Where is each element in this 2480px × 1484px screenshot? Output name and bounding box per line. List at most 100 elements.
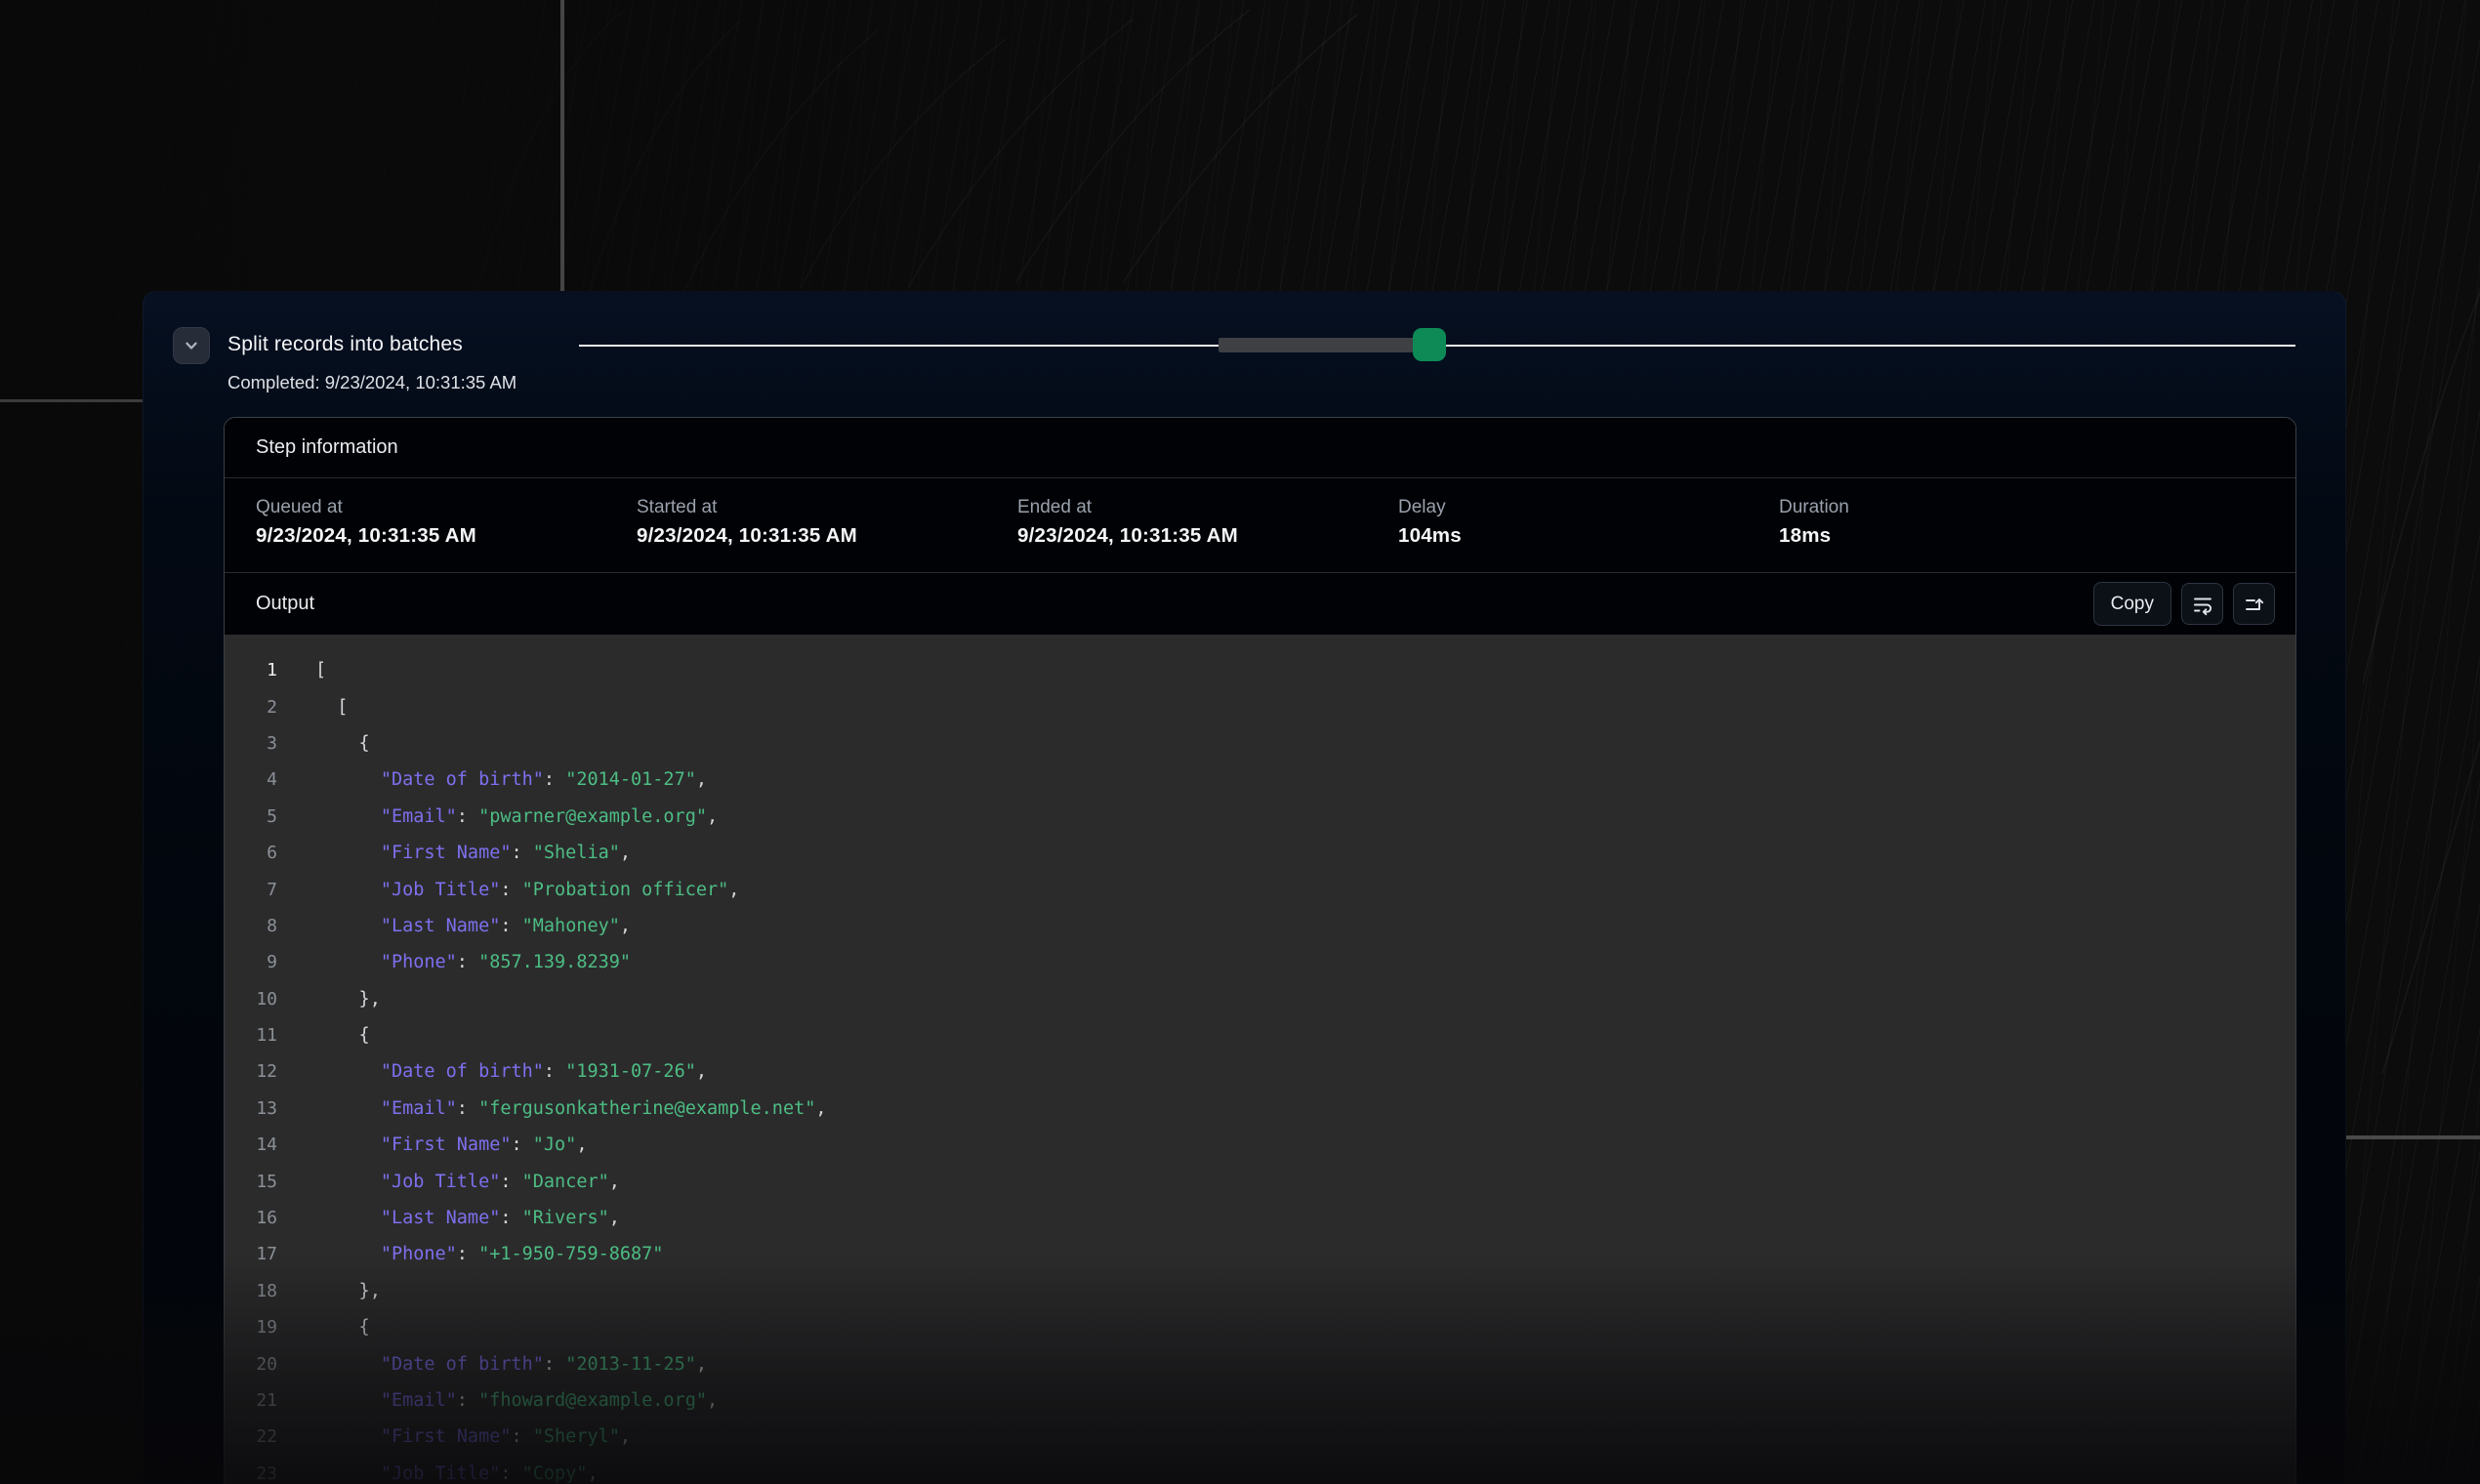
line-number: 9	[225, 952, 277, 972]
line-number: 11	[225, 1025, 277, 1046]
line-number: 17	[225, 1244, 277, 1264]
code-content: "Job Title": "Copy",	[315, 1463, 599, 1484]
line-number: 14	[225, 1134, 277, 1155]
line-number: 2	[225, 697, 277, 718]
code-line: 1[	[225, 652, 2295, 688]
scroll-to-top-button[interactable]	[2233, 583, 2275, 625]
code-line: 17 "Phone": "+1-950-759-8687"	[225, 1236, 2295, 1272]
field-value: 9/23/2024, 10:31:35 AM	[1017, 524, 1238, 548]
collapse-step-button[interactable]	[173, 327, 210, 364]
line-number: 6	[225, 843, 277, 863]
code-content: "First Name": "Sheryl",	[315, 1426, 631, 1447]
code-content: "Last Name": "Rivers",	[315, 1208, 620, 1228]
code-content: "Email": "fergusonkatherine@example.net"…	[315, 1098, 827, 1119]
output-title: Output	[256, 593, 2084, 615]
line-number: 15	[225, 1172, 277, 1192]
code-line: 23 "Job Title": "Copy",	[225, 1456, 2295, 1484]
metadata-field-started-at: Started at 9/23/2024, 10:31:35 AM	[637, 497, 857, 548]
field-value: 104ms	[1398, 524, 1462, 548]
line-number: 22	[225, 1426, 277, 1447]
step-timeline-track[interactable]	[579, 345, 2295, 347]
code-content: "Email": "fhoward@example.org",	[315, 1390, 718, 1411]
code-line: 19 {	[225, 1309, 2295, 1345]
line-number: 13	[225, 1098, 277, 1119]
code-content: "First Name": "Jo",	[315, 1134, 587, 1155]
code-content: },	[315, 989, 381, 1010]
metadata-field-ended-at: Ended at 9/23/2024, 10:31:35 AM	[1017, 497, 1238, 548]
code-content: "Date of birth": "1931-07-26",	[315, 1061, 707, 1082]
code-line: 14 "First Name": "Jo",	[225, 1127, 2295, 1163]
code-content: "Job Title": "Dancer",	[315, 1172, 620, 1192]
field-label: Duration	[1779, 497, 1849, 518]
step-information-title: Step information	[256, 436, 398, 459]
output-toolbar: Output Copy	[225, 573, 2295, 635]
code-line: 3 {	[225, 725, 2295, 762]
line-number: 12	[225, 1061, 277, 1082]
line-number: 18	[225, 1281, 277, 1301]
field-label: Queued at	[256, 497, 476, 518]
line-number: 1	[225, 660, 277, 680]
code-line: 13 "Email": "fergusonkatherine@example.n…	[225, 1091, 2295, 1127]
timeline-marker-handle[interactable]	[1413, 328, 1446, 361]
code-content: "Last Name": "Mahoney",	[315, 916, 631, 936]
line-number: 4	[225, 769, 277, 790]
copy-button-label: Copy	[2111, 594, 2154, 615]
field-label: Ended at	[1017, 497, 1238, 518]
code-line: 15 "Job Title": "Dancer",	[225, 1163, 2295, 1199]
field-label: Delay	[1398, 497, 1462, 518]
code-content: "Date of birth": "2013-11-25",	[315, 1354, 707, 1375]
chevron-down-icon	[183, 337, 200, 354]
code-line: 7 "Job Title": "Probation officer",	[225, 871, 2295, 907]
page: Split records into batches Completed: 9/…	[0, 0, 2480, 1484]
background-left-rule	[0, 399, 144, 402]
metadata-field-queued-at: Queued at 9/23/2024, 10:31:35 AM	[256, 497, 476, 548]
step-completed-timestamp: Completed: 9/23/2024, 10:31:35 AM	[227, 372, 517, 393]
line-number: 21	[225, 1390, 277, 1411]
field-label: Started at	[637, 497, 857, 518]
scroll-to-top-icon	[2243, 593, 2266, 616]
metadata-row: Queued at 9/23/2024, 10:31:35 AM Started…	[225, 478, 2295, 573]
code-line: 16 "Last Name": "Rivers",	[225, 1200, 2295, 1236]
code-content: "Job Title": "Probation officer",	[315, 880, 739, 900]
code-editor[interactable]: 1[2 [3 {4 "Date of birth": "2014-01-27",…	[225, 635, 2295, 1484]
code-content: "Date of birth": "2014-01-27",	[315, 769, 707, 790]
code-line: 11 {	[225, 1017, 2295, 1053]
code-content: "Email": "pwarner@example.org",	[315, 806, 718, 827]
code-content: {	[315, 733, 370, 754]
code-line: 5 "Email": "pwarner@example.org",	[225, 799, 2295, 835]
line-number: 7	[225, 880, 277, 900]
step-title: Split records into batches	[227, 333, 463, 356]
code-line: 8 "Last Name": "Mahoney",	[225, 908, 2295, 944]
code-line: 4 "Date of birth": "2014-01-27",	[225, 762, 2295, 798]
copy-button[interactable]: Copy	[2093, 582, 2171, 626]
code-line: 18 },	[225, 1273, 2295, 1309]
code-content: "First Name": "Shelia",	[315, 843, 631, 863]
code-content: "Phone": "857.139.8239"	[315, 952, 631, 972]
field-value: 9/23/2024, 10:31:35 AM	[256, 524, 476, 548]
word-wrap-button[interactable]	[2181, 583, 2223, 625]
code-line: 22 "First Name": "Sheryl",	[225, 1419, 2295, 1455]
field-value: 18ms	[1779, 524, 1849, 548]
code-line: 6 "First Name": "Shelia",	[225, 835, 2295, 871]
code-line: 9 "Phone": "857.139.8239"	[225, 944, 2295, 980]
code-content: "Phone": "+1-950-759-8687"	[315, 1244, 663, 1264]
code-line: 10 },	[225, 981, 2295, 1017]
code-content: [	[315, 660, 326, 680]
metadata-field-delay: Delay 104ms	[1398, 497, 1462, 548]
background-vertical-line	[560, 0, 564, 292]
code-content: {	[315, 1317, 370, 1338]
line-number: 19	[225, 1317, 277, 1338]
metadata-field-duration: Duration 18ms	[1779, 497, 1849, 548]
timeline-elapsed-bar	[1219, 338, 1429, 352]
step-header: Split records into batches Completed: 9/…	[144, 292, 2345, 417]
line-number: 8	[225, 916, 277, 936]
word-wrap-icon	[2191, 593, 2214, 616]
code-line: 20 "Date of birth": "2013-11-25",	[225, 1345, 2295, 1381]
step-detail-panel: Split records into batches Completed: 9/…	[143, 291, 2346, 1484]
line-number: 5	[225, 806, 277, 827]
field-value: 9/23/2024, 10:31:35 AM	[637, 524, 857, 548]
code-content: [	[315, 697, 348, 718]
step-information-header: Step information	[225, 418, 2295, 478]
code-line: 2 [	[225, 688, 2295, 724]
code-lines: 1[2 [3 {4 "Date of birth": "2014-01-27",…	[225, 652, 2295, 1484]
